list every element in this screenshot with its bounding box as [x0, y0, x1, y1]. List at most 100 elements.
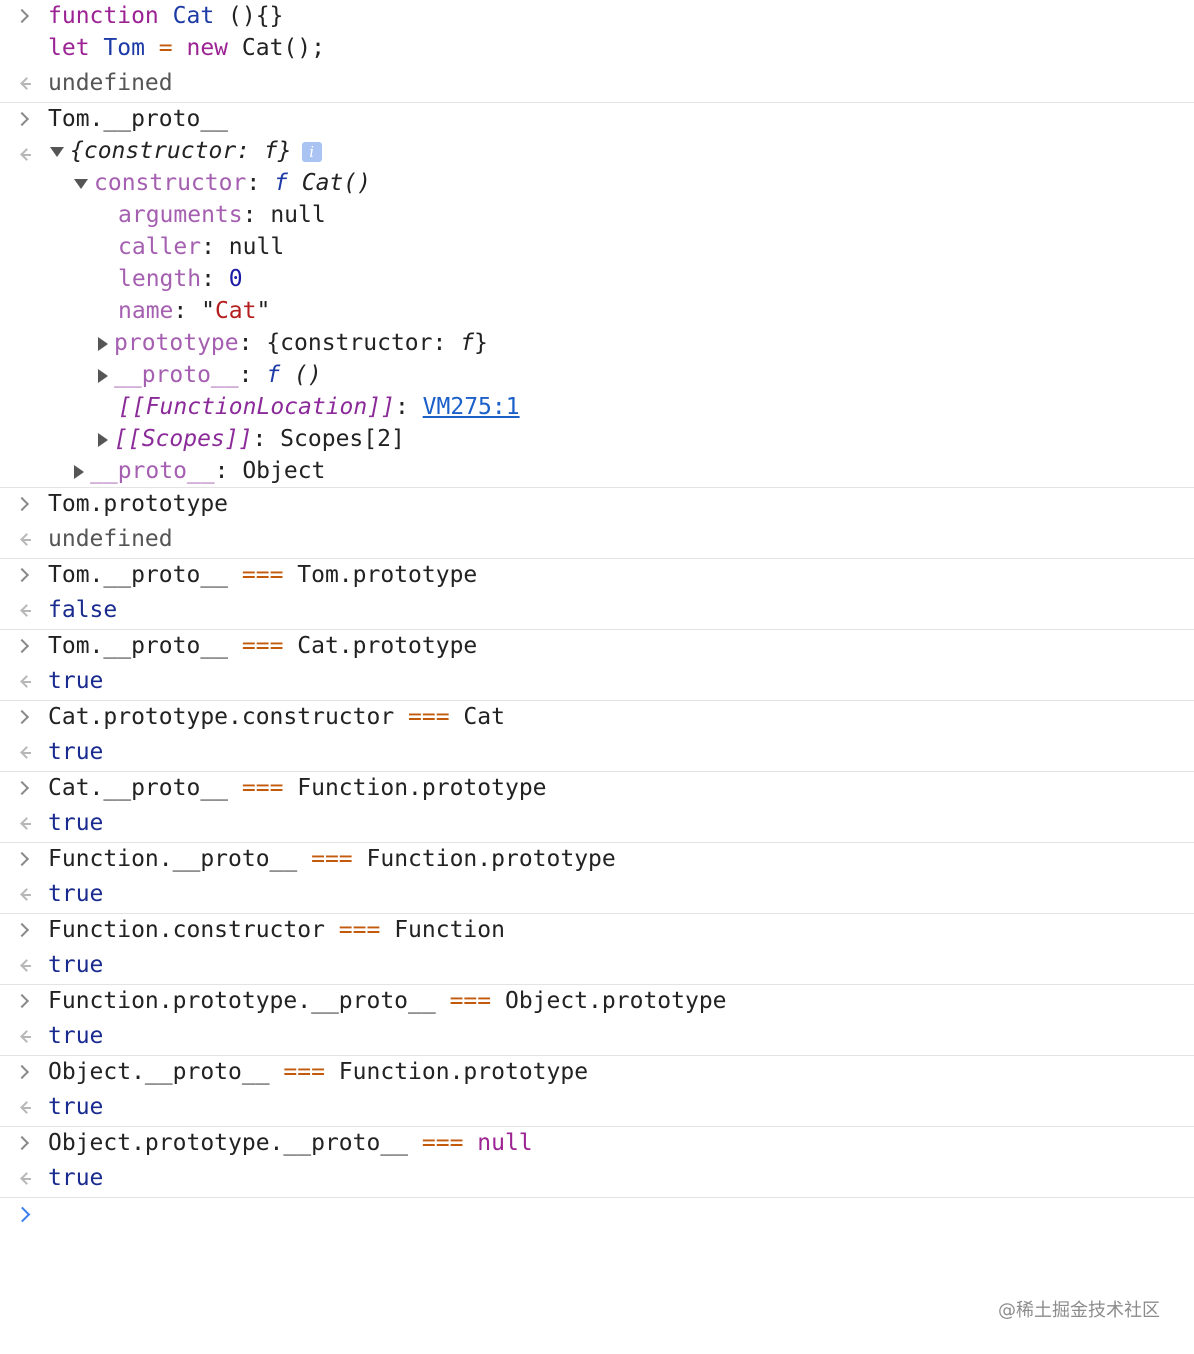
code-token: Cat(); [241, 35, 325, 61]
code-token: : null [201, 234, 285, 260]
code-token: Cat.prototype.constructor [48, 704, 409, 730]
info-icon[interactable]: i [301, 141, 322, 162]
code-token: : [394, 394, 423, 420]
object-tree-row: length: 0 [0, 263, 1194, 295]
code-token: let [48, 35, 104, 61]
code-token: [[FunctionLocation]] [118, 394, 395, 420]
code-token: Tom.__proto__ [48, 562, 242, 588]
console-entry: Object.prototype.__proto__ === null true [0, 1127, 1194, 1198]
code-token: true [48, 810, 104, 836]
code-token: === [311, 846, 353, 872]
console-result-line: true [0, 733, 1194, 771]
console-input-line[interactable]: Cat.prototype.constructor === Cat [0, 701, 1194, 733]
console-prompt-input[interactable] [0, 1198, 1194, 1238]
console-entry: Tom.__proto__ === Tom.prototype false [0, 559, 1194, 630]
code-token: constructor [94, 170, 247, 196]
object-tree-row[interactable]: prototype: {constructor: f} [0, 327, 1194, 359]
code-token: Cat [449, 704, 505, 730]
console-entry: Function.constructor === Function true [0, 914, 1194, 985]
code-token: Object.prototype.__proto__ [48, 1130, 422, 1156]
code-token: undefined [48, 526, 173, 552]
console-input-line[interactable]: Tom.__proto__ === Tom.prototype [0, 559, 1194, 591]
expand-triangle-down-icon[interactable] [74, 178, 88, 189]
expand-triangle-right-icon[interactable] [98, 336, 108, 351]
console-result-line: true [0, 1088, 1194, 1126]
code-token: === [408, 704, 450, 730]
console-input-line[interactable]: Cat.__proto__ === Function.prototype [0, 772, 1194, 804]
console-input-line[interactable]: Function.prototype.__proto__ === Object.… [0, 985, 1194, 1017]
code-token: Cat [172, 3, 215, 29]
code-token: [[Scopes]] [114, 426, 253, 452]
watermark: @稀土掘金技术社区 [998, 1300, 1160, 1321]
console-entry: Function.prototype.__proto__ === Object.… [0, 985, 1194, 1056]
code-token: Function.prototype [283, 775, 547, 801]
code-token: Tom [103, 35, 145, 61]
code-token: Tom.__proto__ [48, 106, 229, 132]
console-entry: function Cat (){} let Tom = new Cat(); und… [0, 0, 1194, 103]
code-token: Function.__proto__ [48, 846, 312, 872]
console-input-line[interactable]: Function.constructor === Function [0, 914, 1194, 946]
object-tree-row: caller: null [0, 231, 1194, 263]
console-input-line[interactable]: Tom.prototype [0, 488, 1194, 520]
code-token: : Scopes[2] [252, 426, 405, 452]
code-token: f [266, 362, 281, 388]
code-token: === [241, 633, 284, 659]
console-input-line[interactable]: let Tom = new Cat(); [0, 32, 1194, 64]
console-entry: Tom.__proto__ {constructor: f} i constructo… [0, 103, 1194, 488]
object-tree-row[interactable]: __proto__: f () [0, 359, 1194, 391]
console-result-line: true [0, 1159, 1194, 1197]
object-tree-row: [[FunctionLocation]]: VM275:1 [0, 391, 1194, 423]
expand-triangle-down-icon[interactable] [50, 146, 64, 157]
expand-triangle-right-icon[interactable] [74, 464, 84, 479]
code-token: Cat [214, 298, 257, 324]
code-token: } [277, 138, 292, 164]
code-token: } [474, 330, 488, 356]
code-token: caller [118, 234, 202, 260]
code-token: Function [380, 917, 505, 943]
source-link[interactable]: VM275:1 [423, 394, 520, 420]
console-input-line[interactable]: Tom.__proto__ [0, 103, 1194, 135]
code-token: Object.prototype [491, 988, 727, 1014]
code-token: : Object [214, 458, 326, 484]
console-input-line[interactable]: Function.__proto__ === Function.prototyp… [0, 843, 1194, 875]
console-input-line[interactable]: Object.prototype.__proto__ === null [0, 1127, 1194, 1159]
code-token: true [48, 1023, 104, 1049]
code-token: : null [242, 202, 326, 228]
code-token: Cat.__proto__ [48, 775, 242, 801]
expand-triangle-right-icon[interactable] [98, 368, 108, 383]
code-token: true [48, 1094, 104, 1120]
code-token: arguments [118, 202, 243, 228]
console-log: function Cat (){} let Tom = new Cat(); und… [0, 0, 1194, 1238]
object-tree-row[interactable]: constructor: f Cat() [0, 167, 1194, 199]
code-token: (){} [214, 3, 284, 29]
code-token: true [48, 1165, 104, 1191]
code-token: name [118, 298, 174, 324]
console-input-line[interactable]: Tom.__proto__ === Cat.prototype [0, 630, 1194, 662]
console-result-line: true [0, 804, 1194, 842]
code-token: undefined [48, 70, 173, 96]
console-result-line: true [0, 662, 1194, 700]
object-tree-row[interactable]: {constructor: f} i [0, 135, 1194, 167]
object-tree-row[interactable]: __proto__: Object [0, 455, 1194, 487]
console-input-line[interactable]: Object.__proto__ === Function.prototype [0, 1056, 1194, 1088]
console-result-line: true [0, 946, 1194, 984]
code-token: 0 [228, 266, 243, 292]
code-token: __proto__ [90, 458, 215, 484]
code-token: {constructor: [70, 138, 264, 164]
code-token: : [246, 170, 275, 196]
code-token: true [48, 881, 104, 907]
code-token: : {constructor: [238, 330, 461, 356]
expand-triangle-right-icon[interactable] [98, 432, 108, 447]
code-token: f [460, 330, 475, 356]
code-token: === [449, 988, 492, 1014]
code-token: " [256, 298, 271, 324]
console-input-line[interactable]: function Cat (){} [0, 0, 1194, 32]
code-token: Function.prototype [352, 846, 616, 872]
console-result-line: true [0, 875, 1194, 913]
code-token: Function.prototype [324, 1059, 589, 1085]
code-token: Function.constructor [48, 917, 339, 943]
console-entry: Tom.__proto__ === Cat.prototype true [0, 630, 1194, 701]
code-token: === [283, 1059, 325, 1085]
code-token: === [241, 775, 284, 801]
object-tree-row[interactable]: [[Scopes]]: Scopes[2] [0, 423, 1194, 455]
